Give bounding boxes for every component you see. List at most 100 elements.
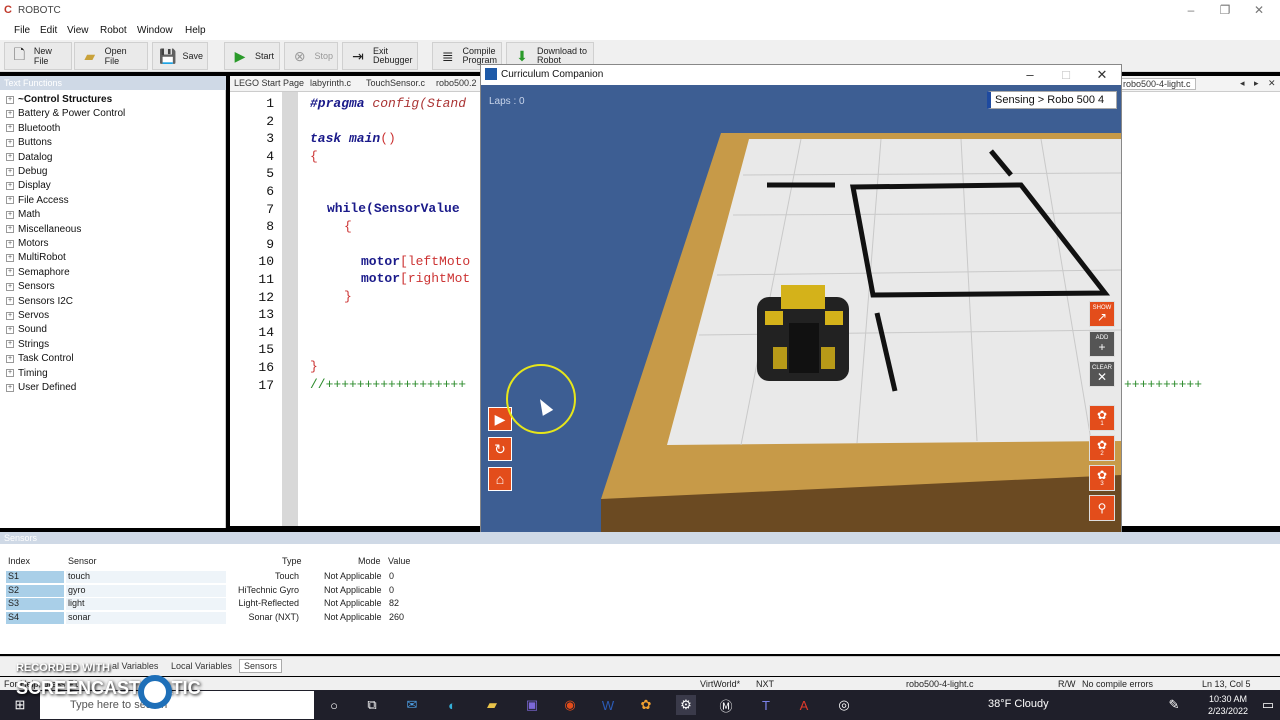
expand-icon[interactable]: + <box>6 253 14 262</box>
tab-local-variables[interactable]: Local Variables <box>171 661 232 671</box>
expand-icon[interactable]: + <box>6 181 14 190</box>
menu-view[interactable]: View <box>67 25 89 36</box>
close-icon[interactable]: ✕ <box>1244 3 1274 17</box>
function-category[interactable]: + Semaphore <box>6 267 70 278</box>
function-category[interactable]: + Sensors I2C <box>6 296 73 307</box>
expand-icon[interactable]: + <box>6 354 14 363</box>
chrome-icon[interactable]: ◉ <box>560 695 580 715</box>
function-category[interactable]: + Task Control <box>6 353 74 364</box>
screencast-icon[interactable]: ◎ <box>834 695 854 715</box>
store-icon[interactable]: ▣ <box>522 695 542 715</box>
stop-button[interactable]: ⊗ Stop <box>284 42 338 70</box>
new-file-button[interactable]: 🗋 New File <box>4 42 72 70</box>
paint-icon[interactable]: ✿ <box>636 695 656 715</box>
robot-view-button[interactable]: ⚲ <box>1089 495 1115 521</box>
tab-close-icon[interactable]: ✕ <box>1268 78 1276 89</box>
function-category[interactable]: + User Defined <box>6 382 76 393</box>
tab-robo500-4-light[interactable]: robo500-4-light.c <box>1118 78 1196 90</box>
expand-icon[interactable]: + <box>6 225 14 234</box>
word-icon[interactable]: W <box>598 695 618 715</box>
menu-help[interactable]: Help <box>185 25 206 36</box>
function-category[interactable]: + Debug <box>6 166 47 177</box>
function-category[interactable]: + Strings <box>6 339 49 350</box>
mail-icon[interactable]: ✉ <box>402 695 422 715</box>
add-button[interactable]: ADD + <box>1089 331 1115 357</box>
home-button[interactable]: ⌂ <box>488 467 512 491</box>
exit-debugger-button[interactable]: ⇥ Exit Debugger <box>342 42 418 70</box>
companion-close-icon[interactable]: ✕ <box>1087 67 1117 83</box>
camera-2-button[interactable]: ✿ 2 <box>1089 435 1115 461</box>
camera-3-button[interactable]: ✿ 3 <box>1089 465 1115 491</box>
expand-icon[interactable]: + <box>6 268 14 277</box>
reset-button[interactable]: ↻ <box>488 437 512 461</box>
expand-icon[interactable]: + <box>6 325 14 334</box>
menu-edit[interactable]: Edit <box>40 25 57 36</box>
function-category[interactable]: + Timing <box>6 368 48 379</box>
companion-minimize-icon[interactable]: – <box>1015 67 1045 82</box>
function-category[interactable]: + Display <box>6 180 51 191</box>
function-category[interactable]: + Sound <box>6 324 47 335</box>
expand-icon[interactable]: + <box>6 196 14 205</box>
menu-robot[interactable]: Robot <box>100 25 127 36</box>
minimize-icon[interactable]: – <box>1176 3 1206 17</box>
function-category[interactable]: + Miscellaneous <box>6 224 81 235</box>
function-category[interactable]: + Battery & Power Control <box>6 108 125 119</box>
function-category[interactable]: + Bluetooth <box>6 123 60 134</box>
expand-icon[interactable]: + <box>6 340 14 349</box>
open-file-button[interactable]: ▰ Open File <box>74 42 148 70</box>
expand-icon[interactable]: + <box>6 124 14 133</box>
tab-scroll-right-icon[interactable]: ▸ <box>1254 78 1259 89</box>
companion-maximize-icon[interactable]: □ <box>1051 67 1081 82</box>
teams-icon[interactable]: T <box>756 695 776 715</box>
file-explorer-icon[interactable]: ▰ <box>482 695 502 715</box>
notifications-icon[interactable]: ▭ <box>1258 695 1278 715</box>
expand-icon[interactable]: + <box>6 167 14 176</box>
maximize-icon[interactable]: ❐ <box>1210 3 1240 17</box>
show-path-button[interactable]: SHOW ↗ <box>1089 301 1115 327</box>
expand-icon[interactable]: + <box>6 239 14 248</box>
tab-labyrinth[interactable]: labyrinth.c <box>310 78 351 88</box>
tab-touchsensor[interactable]: TouchSensor.c <box>366 78 425 88</box>
clear-button[interactable]: CLEAR ✕ <box>1089 361 1115 387</box>
tab-global-variables[interactable]: al Variables <box>112 661 158 671</box>
function-category[interactable]: + Sensors <box>6 281 55 292</box>
function-category[interactable]: + Math <box>6 209 40 220</box>
clock[interactable]: 10:30 AM 2/23/2022 <box>1208 693 1248 717</box>
tab-scroll-left-icon[interactable]: ◂ <box>1240 78 1245 89</box>
expand-icon[interactable]: + <box>6 138 14 147</box>
expand-icon[interactable]: + <box>6 311 14 320</box>
expand-icon[interactable]: + <box>6 95 14 104</box>
tab-robo500-2[interactable]: robo500.2 <box>436 78 477 88</box>
task-view-icon[interactable]: ⧉ <box>362 695 382 715</box>
weather-widget[interactable]: 38°F Cloudy <box>988 698 1049 710</box>
function-category[interactable]: + Datalog <box>6 152 52 163</box>
save-button[interactable]: 💾 Save <box>152 42 208 70</box>
function-category[interactable]: + Buttons <box>6 137 52 148</box>
function-category[interactable]: + Servos <box>6 310 49 321</box>
function-category[interactable]: + File Access <box>6 195 69 206</box>
expand-icon[interactable]: + <box>6 210 14 219</box>
virtual-world-scene[interactable] <box>481 85 1121 565</box>
acrobat-icon[interactable]: A <box>794 695 814 715</box>
function-category[interactable]: + Motors <box>6 238 49 249</box>
expand-icon[interactable]: + <box>6 369 14 378</box>
tab-lego-start[interactable]: LEGO Start Page <box>234 78 304 88</box>
expand-icon[interactable]: + <box>6 153 14 162</box>
menu-file[interactable]: File <box>14 25 30 36</box>
app-icon[interactable]: Ⓜ <box>716 695 736 715</box>
expand-icon[interactable]: + <box>6 297 14 306</box>
expand-icon[interactable]: + <box>6 282 14 291</box>
pen-icon[interactable]: ✎ <box>1164 695 1184 715</box>
function-category[interactable]: + ~Control Structures <box>6 94 112 105</box>
expand-icon[interactable]: + <box>6 109 14 118</box>
tab-sensors[interactable]: Sensors <box>239 659 283 673</box>
camera-1-button[interactable]: ✿ 1 <box>1089 405 1115 431</box>
start-button[interactable]: ▶ Start <box>224 42 280 70</box>
expand-icon[interactable]: + <box>6 383 14 392</box>
level-indicator[interactable]: Sensing > Robo 500 4 <box>987 91 1117 109</box>
robotc-taskbar-icon[interactable]: ⚙ <box>676 695 696 715</box>
function-category[interactable]: + MultiRobot <box>6 252 66 263</box>
edge-icon[interactable]: ◐ <box>442 695 462 715</box>
cortana-icon[interactable]: ○ <box>324 695 344 715</box>
menu-window[interactable]: Window <box>137 25 173 36</box>
